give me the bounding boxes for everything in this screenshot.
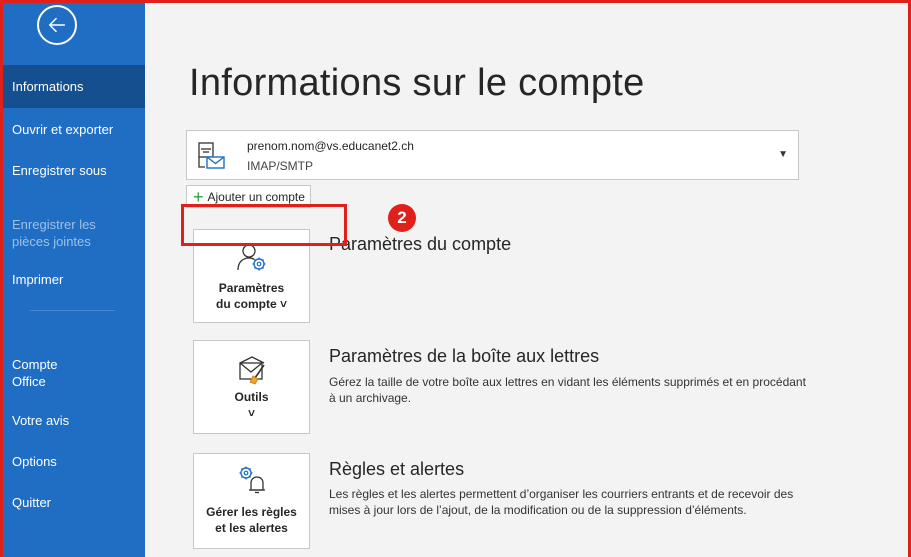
sidebar-item-label: Compte Office xyxy=(12,357,58,389)
account-selector[interactable]: prenom.nom@vs.educanet2.ch IMAP/SMTP ▼ xyxy=(186,130,799,180)
step-badge: 2 xyxy=(388,204,416,232)
main-panel: Informations sur le compte prenom.nom@vs… xyxy=(145,0,911,557)
sidebar-item-label: Imprimer xyxy=(12,272,64,287)
chevron-down-icon[interactable]: ▼ xyxy=(778,149,788,160)
sidebar-item-label: Votre avis xyxy=(12,413,70,428)
user-settings-icon xyxy=(237,244,266,271)
account-settings-label: Paramètres du compte ˅ xyxy=(215,281,287,311)
plus-icon: + xyxy=(193,186,204,207)
mailbox-cleanup-icon xyxy=(239,356,265,385)
sidebar-item-imprimer[interactable]: Imprimer xyxy=(0,271,145,288)
sidebar-nav: Informations Ouvrir et exporter Enregist… xyxy=(0,65,145,511)
sidebar-item-enregistrer-pieces-jointes: Enregistrer les pièces jointes xyxy=(0,199,145,250)
rules-alerts-icon xyxy=(239,466,265,494)
account-email: prenom.nom@vs.educanet2.ch xyxy=(247,139,414,153)
account-type: IMAP/SMTP xyxy=(247,159,314,173)
tools-label: Outils ˅ xyxy=(234,390,269,420)
mailbox-icon xyxy=(198,142,225,169)
sidebar-divider xyxy=(30,310,115,311)
sidebar-item-ouvrir-exporter[interactable]: Ouvrir et exporter xyxy=(0,121,145,138)
manage-rules-alerts-button[interactable]: Gérer les règles et les alertes xyxy=(193,453,310,549)
section-title-mailbox-settings: Paramètres de la boîte aux lettres xyxy=(329,346,600,366)
sidebar-item-label: Options xyxy=(12,454,57,469)
add-account-label: Ajouter un compte xyxy=(207,189,305,204)
manage-rules-alerts-label: Gérer les règles et les alertes xyxy=(206,505,297,535)
section-title-rules-alerts: Règles et alertes xyxy=(329,459,465,479)
section-desc-mailbox-settings: Gérez la taille de votre boîte aux lettr… xyxy=(329,375,806,405)
sidebar-item-label: Enregistrer les pièces jointes xyxy=(12,217,96,249)
sidebar-item-votre-avis[interactable]: Votre avis xyxy=(0,412,145,429)
sidebar-item-options[interactable]: Options xyxy=(0,453,145,470)
tools-button[interactable]: Outils ˅ xyxy=(193,340,310,434)
sidebar-item-quitter[interactable]: Quitter xyxy=(0,494,145,511)
sidebar-item-label: Informations xyxy=(12,79,84,94)
section-title-account-settings: Paramètres du compte xyxy=(329,234,512,254)
backstage-sidebar: Informations Ouvrir et exporter Enregist… xyxy=(0,0,145,557)
sidebar-item-label: Quitter xyxy=(12,495,52,510)
sidebar-item-informations[interactable]: Informations xyxy=(0,65,145,108)
sidebar-item-label: Enregistrer sous xyxy=(12,163,107,178)
sidebar-item-enregistrer-sous[interactable]: Enregistrer sous xyxy=(0,162,145,179)
sidebar-item-compte-office[interactable]: Compte Office xyxy=(0,339,145,390)
back-button[interactable] xyxy=(37,5,77,45)
arrow-left-icon xyxy=(48,17,66,33)
page-title: Informations sur le compte xyxy=(189,62,645,104)
section-desc-rules-alerts: Les règles et les alertes permettent d’o… xyxy=(329,487,794,517)
sidebar-item-label: Ouvrir et exporter xyxy=(12,122,114,137)
annotation-highlight-box xyxy=(181,204,347,246)
